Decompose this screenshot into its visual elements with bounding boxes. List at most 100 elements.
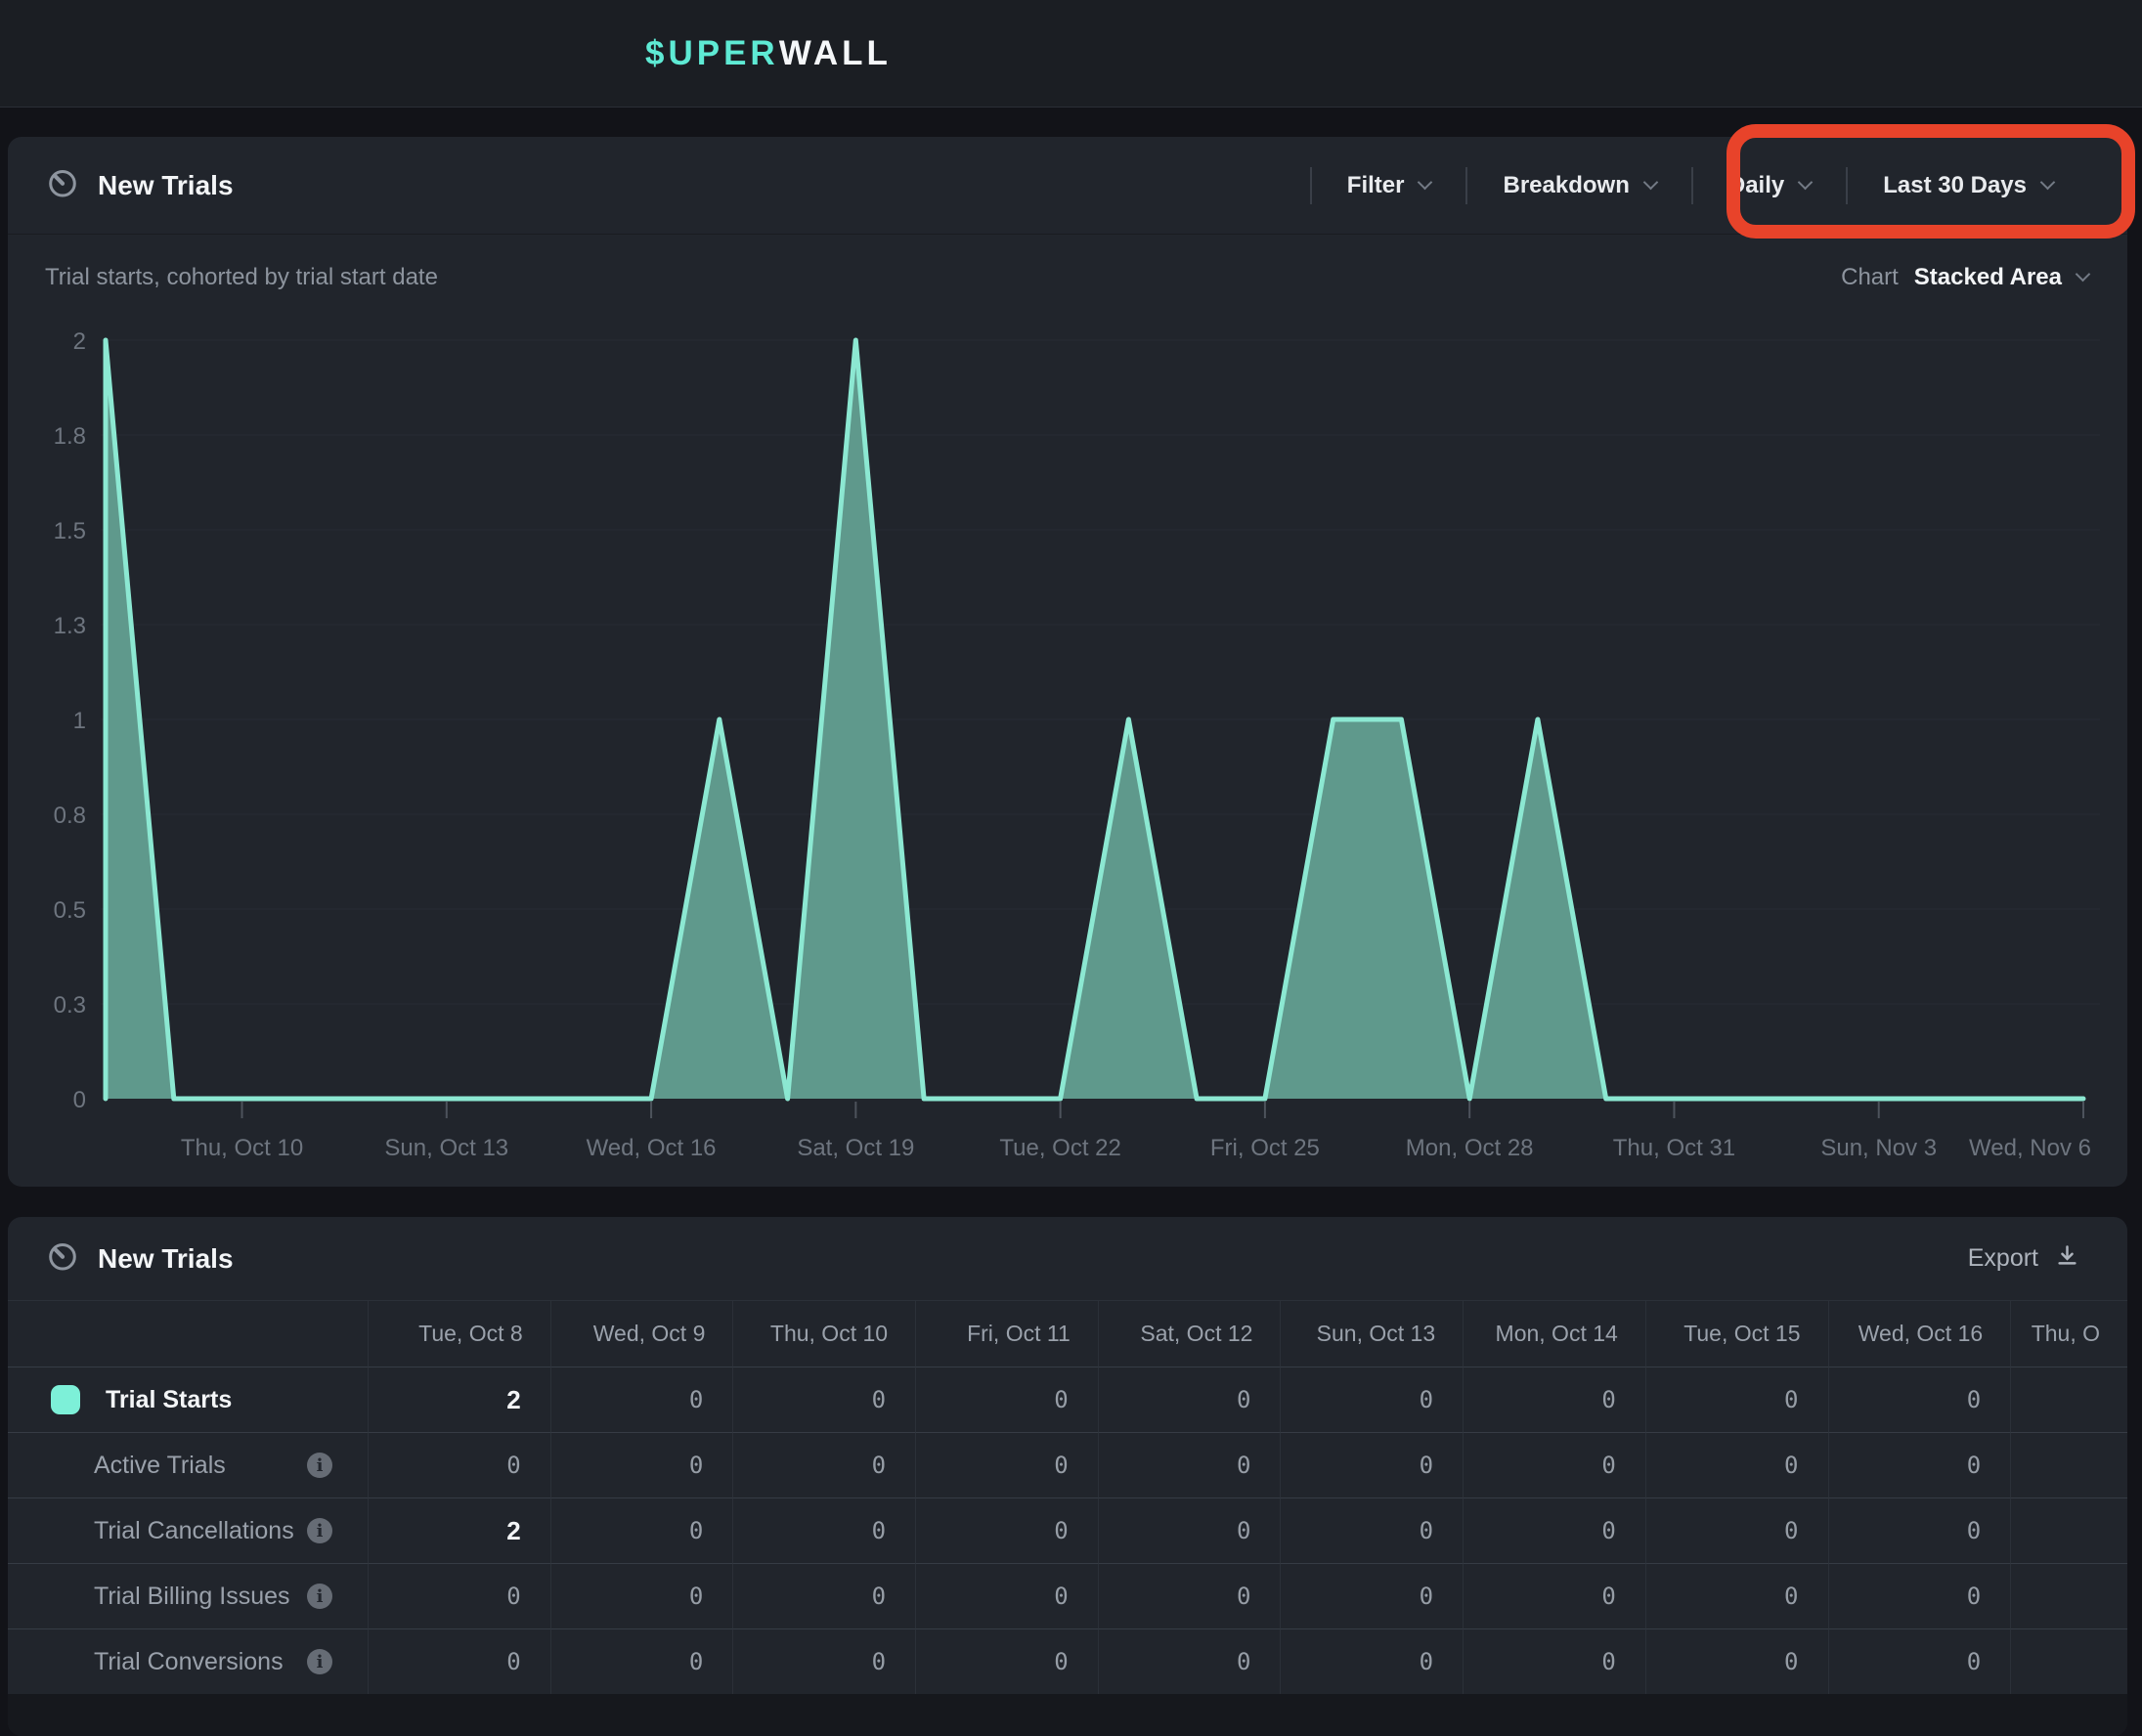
table-value-cell: 0 [1099, 1367, 1282, 1433]
table-value-cell: 0 [1281, 1433, 1464, 1498]
trial-starts-area-line [106, 340, 2083, 1099]
table-value-cell: 0 [733, 1498, 916, 1564]
table-value-cell: 0 [1646, 1367, 1829, 1433]
table-header-cell: Thu, Oct 10 [733, 1301, 916, 1367]
chevron-down-icon [2040, 175, 2056, 191]
table-header-cell: Sat, Oct 12 [1099, 1301, 1282, 1367]
timer-icon [45, 1238, 80, 1279]
chevron-down-icon [1798, 175, 1814, 191]
table-value-cell: 0 [1281, 1564, 1464, 1629]
table-value-cell: 0 [1464, 1629, 1646, 1695]
row-label-cell: Trial Billing Issues [8, 1564, 369, 1629]
row-label: Trial Billing Issues [94, 1583, 290, 1611]
row-label: Trial Cancellations [94, 1517, 294, 1545]
trials-table: Tue, Oct 8Wed, Oct 9Thu, Oct 10Fri, Oct … [8, 1300, 2127, 1695]
timer-icon [45, 165, 80, 205]
x-axis-tick-label: Fri, Oct 25 [1210, 1135, 1320, 1161]
y-axis-tick-label: 1.8 [54, 423, 86, 450]
info-icon[interactable] [307, 1518, 332, 1543]
table-value-cell: 0 [1464, 1433, 1646, 1498]
table-value-cell: 0 [916, 1629, 1099, 1695]
table-value-cell: 0 [551, 1564, 734, 1629]
table-value-cell: 0 [1281, 1629, 1464, 1695]
chart-card-header: New Trials Filter Breakdown DailyLast 30 D… [8, 137, 2127, 235]
x-axis-tick-label: Tue, Oct 22 [999, 1135, 1121, 1161]
chart-controls: Filter Breakdown DailyLast 30 Days [1310, 137, 2088, 235]
table-header-cell: Tue, Oct 8 [369, 1301, 551, 1367]
chevron-down-icon [1643, 175, 1659, 191]
table-corner-cell [8, 1301, 369, 1367]
x-axis-tick-label: Wed, Oct 16 [587, 1135, 717, 1161]
table-value-cell: 0 [1646, 1433, 1829, 1498]
x-axis-tick-label: Mon, Oct 28 [1406, 1135, 1534, 1161]
chart-type-label: Chart [1841, 264, 1899, 291]
info-icon[interactable] [307, 1649, 332, 1674]
row-label-cell: Trial Cancellations [8, 1498, 369, 1564]
info-icon[interactable] [307, 1584, 332, 1609]
table-header-cell: Wed, Oct 16 [1829, 1301, 2012, 1367]
table-value-cell [2011, 1433, 2127, 1498]
row-label: Trial Conversions [94, 1648, 284, 1676]
table-value-cell: 0 [916, 1367, 1099, 1433]
table-value-cell: 0 [551, 1498, 734, 1564]
table-value-cell: 0 [1829, 1564, 2012, 1629]
table-value-cell: 0 [733, 1367, 916, 1433]
y-axis-tick-label: 1 [73, 708, 86, 734]
filter-dropdown[interactable]: Filter [1312, 172, 1466, 199]
x-axis-tick-label: Wed, Nov 6 [1969, 1135, 2091, 1161]
legend-swatch-trial-starts [51, 1385, 80, 1414]
breakdown-dropdown[interactable]: Breakdown [1467, 172, 1690, 199]
dropdown-label: Breakdown [1503, 172, 1629, 199]
info-icon[interactable] [307, 1453, 332, 1478]
x-axis-tick-label: Sun, Nov 3 [1820, 1135, 1937, 1161]
last-30-days-dropdown[interactable]: Last 30 Days [1848, 172, 2088, 199]
row-label: Trial Starts [106, 1386, 232, 1414]
export-label: Export [1968, 1244, 2038, 1273]
table-value-cell: 0 [551, 1433, 734, 1498]
row-label-cell: Trial Conversions [8, 1629, 369, 1695]
table-value-cell: 0 [1099, 1433, 1282, 1498]
table-value-cell: 0 [1646, 1564, 1829, 1629]
new-trials-chart-card: New Trials Filter Breakdown DailyLast 30 D… [8, 137, 2127, 1187]
table-value-cell: 0 [916, 1433, 1099, 1498]
download-icon [2054, 1242, 2080, 1276]
table-value-cell: 0 [369, 1629, 551, 1695]
y-axis-tick-label: 2 [73, 328, 86, 355]
chart-card-title: New Trials [98, 170, 234, 201]
brand-suffix: WALL [779, 34, 892, 73]
chart-type-select[interactable]: Chart Stacked Area [1841, 264, 2088, 291]
x-axis-tick-label: Sun, Oct 13 [384, 1135, 508, 1161]
table-value-cell: 0 [1829, 1367, 2012, 1433]
x-axis-tick-label: Sat, Oct 19 [797, 1135, 914, 1161]
daily-dropdown[interactable]: Daily [1693, 172, 1846, 199]
chevron-down-icon [2076, 267, 2091, 282]
table-value-cell: 0 [916, 1564, 1099, 1629]
y-axis-tick-label: 0.3 [54, 992, 86, 1019]
dropdown-label: Filter [1347, 172, 1405, 199]
table-value-cell: 0 [551, 1367, 734, 1433]
table-value-cell: 0 [369, 1433, 551, 1498]
table-value-cell: 0 [1099, 1629, 1282, 1695]
table-value-cell: 0 [1099, 1498, 1282, 1564]
table-value-cell [2011, 1564, 2127, 1629]
table-value-cell: 0 [1099, 1564, 1282, 1629]
y-axis-tick-label: 0 [73, 1087, 86, 1113]
table-header-cell: Sun, Oct 13 [1281, 1301, 1464, 1367]
y-axis-tick-label: 0.8 [54, 803, 86, 829]
table-value-cell: 0 [733, 1433, 916, 1498]
table-value-cell: 0 [733, 1629, 916, 1695]
table-value-cell: 2 [369, 1367, 551, 1433]
brand-logo[interactable]: $UPERWALL [645, 0, 892, 108]
export-button[interactable]: Export [1968, 1217, 2080, 1300]
table-header-cell: Fri, Oct 11 [916, 1301, 1099, 1367]
table-value-cell: 0 [1281, 1367, 1464, 1433]
table-footer-strip [8, 1694, 2127, 1736]
table-value-cell: 0 [733, 1564, 916, 1629]
table-header-cell: Wed, Oct 9 [551, 1301, 734, 1367]
table-header-cell: Mon, Oct 14 [1464, 1301, 1646, 1367]
table-value-cell: 0 [1829, 1433, 2012, 1498]
table-value-cell: 0 [1464, 1498, 1646, 1564]
table-value-cell: 0 [1646, 1498, 1829, 1564]
table-value-cell: 0 [1281, 1498, 1464, 1564]
new-trials-table-card: New Trials Export Tue, Oct 8Wed, Oct 9Th… [8, 1217, 2127, 1736]
